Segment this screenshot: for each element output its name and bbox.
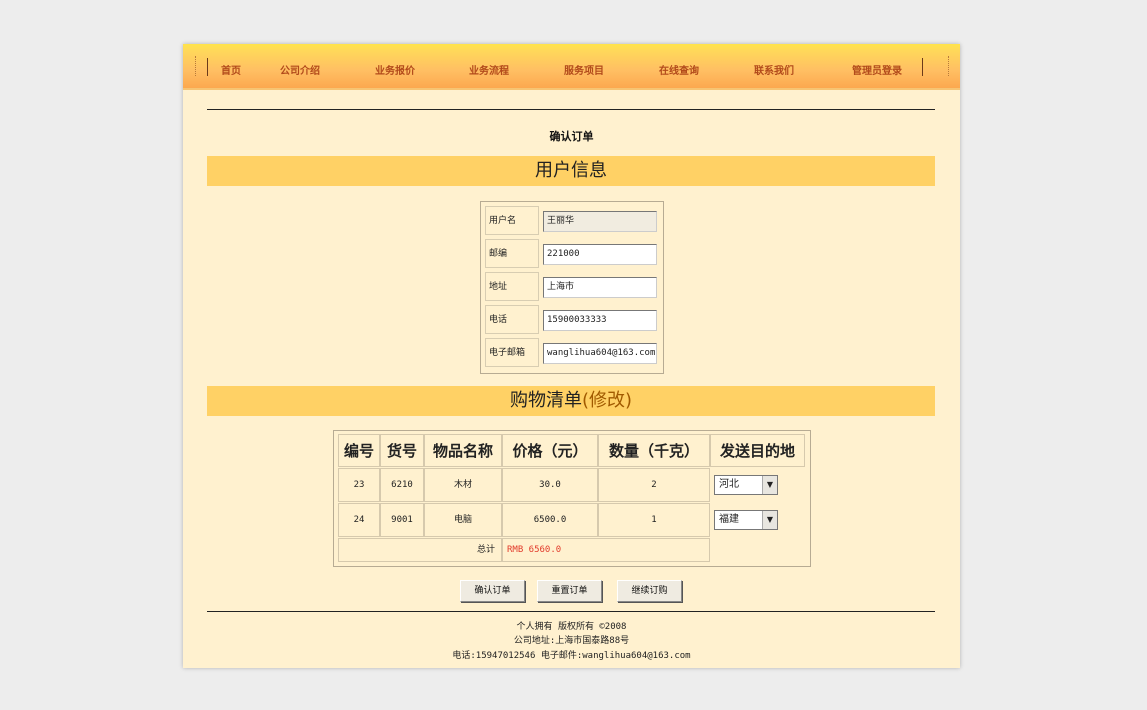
top-nav: 首页 公司介绍 业务报价 业务流程 服务项目 在线查询 联系我们 管理员登录: [183, 44, 960, 90]
destination-select[interactable]: 河北 ▼: [714, 475, 778, 495]
username-row: 用户名 王丽华: [485, 206, 659, 237]
cell-item-name: 木材: [424, 468, 502, 502]
col-header-destination: 发送目的地: [710, 434, 805, 467]
destination-selected: 福建: [719, 514, 739, 525]
destination-selected: 河北: [719, 479, 739, 490]
cell-id: 23: [338, 468, 380, 502]
col-header-name: 物品名称: [424, 434, 502, 467]
nav-services[interactable]: 服务项目: [564, 62, 604, 77]
footer-address: 公司地址:上海市国泰路88号: [513, 636, 630, 646]
cell-item-name: 电脑: [424, 503, 502, 537]
cell-price: 6500.0: [502, 503, 598, 537]
cell-price: 30.0: [502, 468, 598, 502]
cell-id: 24: [338, 503, 380, 537]
cart-heading-text: 购物清单: [509, 390, 582, 411]
nav-online-query[interactable]: 在线查询: [659, 62, 699, 77]
address-label: 地址: [485, 272, 539, 301]
username-field[interactable]: 王丽华: [543, 211, 657, 232]
postcode-row: 邮编 221000: [485, 239, 659, 270]
divider-line: [207, 109, 935, 110]
footer-copyright: 个人拥有 版权所有 ©2008: [516, 622, 627, 632]
col-header-quantity: 数量（千克）: [598, 434, 710, 467]
total-value: RMB 6560.0: [502, 538, 710, 562]
reset-order-button[interactable]: 重置订单: [537, 580, 602, 602]
nav-business-process[interactable]: 业务流程: [469, 62, 509, 77]
cell-quantity: 2: [598, 468, 710, 502]
nav-business-quote[interactable]: 业务报价: [375, 62, 415, 77]
col-header-id: 编号: [338, 434, 380, 467]
address-field[interactable]: 上海市: [543, 277, 657, 298]
address-row: 地址 上海市: [485, 272, 659, 303]
continue-shopping-button[interactable]: 继续订购: [617, 580, 682, 602]
col-header-price: 价格（元）: [502, 434, 598, 467]
nav-admin-login[interactable]: 管理员登录: [852, 62, 902, 77]
nav-separator: [207, 58, 208, 76]
phone-label: 电话: [485, 305, 539, 334]
page-title: 确认订单: [549, 130, 594, 143]
nav-divider: [948, 56, 949, 76]
confirm-order-button[interactable]: 确认订单: [460, 580, 525, 602]
footer-divider: [207, 611, 935, 612]
user-info-heading: 用户信息: [207, 156, 935, 186]
page-panel: 首页 公司介绍 业务报价 业务流程 服务项目 在线查询 联系我们 管理员登录 确…: [183, 44, 960, 668]
nav-divider: [195, 56, 196, 76]
nav-home[interactable]: 首页: [221, 62, 241, 77]
user-info-heading-text: 用户信息: [535, 160, 607, 181]
footer-contact: 电话:15947012546 电子邮件:wanglihua604@163.com: [452, 651, 691, 661]
phone-row: 电话 15900033333: [485, 305, 659, 336]
postcode-field[interactable]: 221000: [543, 244, 657, 265]
user-info-form: 用户名 王丽华 邮编 221000 地址 上海市 电话 15900033333 …: [480, 201, 664, 374]
modify-cart-link[interactable]: (修改): [582, 390, 632, 411]
email-label: 电子邮箱: [485, 338, 539, 367]
chevron-down-icon[interactable]: ▼: [762, 511, 777, 529]
cart-table: 编号 货号 物品名称 价格（元） 数量（千克） 发送目的地 23 6210 木材…: [333, 430, 811, 567]
username-label: 用户名: [485, 206, 539, 235]
cell-destination: 福建 ▼: [710, 503, 805, 537]
postcode-label: 邮编: [485, 239, 539, 268]
cell-quantity: 1: [598, 503, 710, 537]
chevron-down-icon[interactable]: ▼: [762, 476, 777, 494]
phone-field[interactable]: 15900033333: [543, 310, 657, 331]
nav-contact-us[interactable]: 联系我们: [754, 62, 794, 77]
email-field[interactable]: wanglihua604@163.com: [543, 343, 657, 364]
cart-heading: 购物清单(修改): [207, 386, 935, 416]
nav-company-intro[interactable]: 公司介绍: [280, 62, 320, 77]
cell-destination: 河北 ▼: [710, 468, 805, 502]
cell-sku: 6210: [380, 468, 424, 502]
col-header-sku: 货号: [380, 434, 424, 467]
destination-select[interactable]: 福建 ▼: [714, 510, 778, 530]
total-label: 总计: [338, 538, 502, 562]
email-row: 电子邮箱 wanglihua604@163.com: [485, 338, 659, 369]
cell-sku: 9001: [380, 503, 424, 537]
nav-separator: [922, 58, 923, 76]
